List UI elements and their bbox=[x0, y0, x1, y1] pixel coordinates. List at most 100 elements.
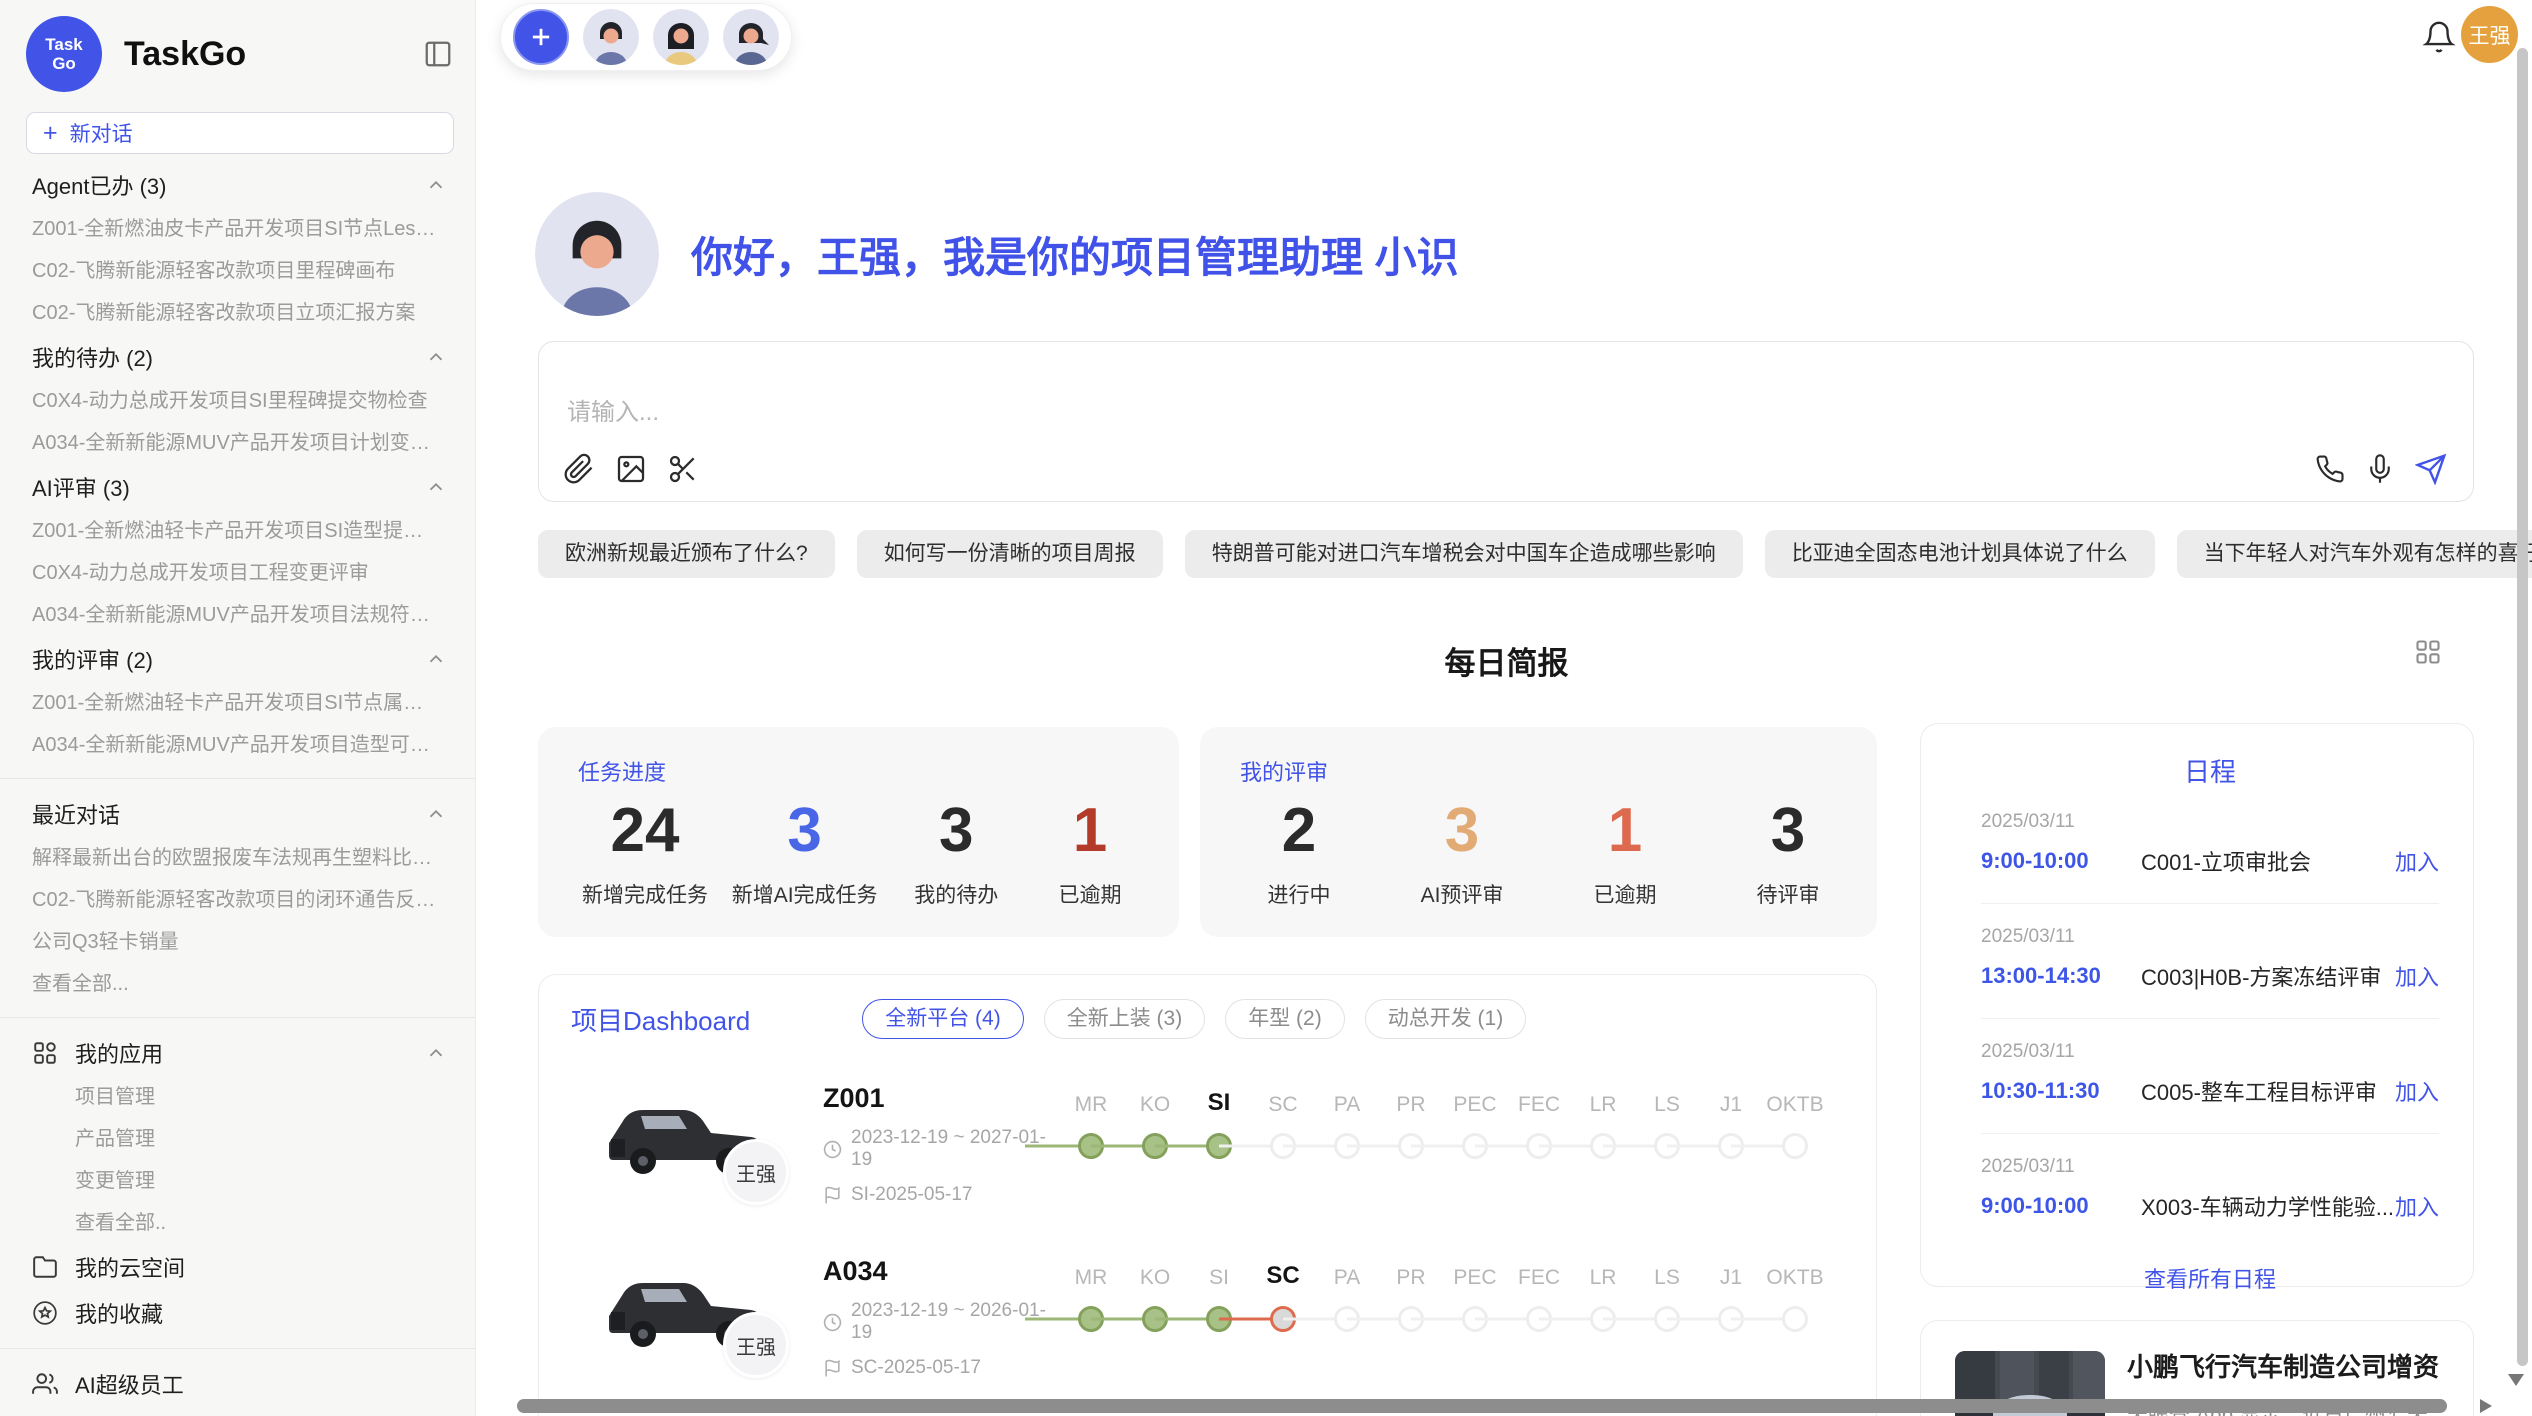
sidebar-item-cloud-space[interactable]: 我的云空间 bbox=[0, 1244, 475, 1290]
scroll-down-arrow[interactable] bbox=[2508, 1374, 2524, 1386]
sidebar-item[interactable]: Z001-全新燃油轻卡产品开发项目SI造型提交物评审 bbox=[0, 510, 475, 552]
milestone-label: MR bbox=[1059, 1081, 1123, 1117]
join-link[interactable]: 加入 bbox=[2395, 1075, 2439, 1107]
sidebar-item-help-write[interactable]: 帮我写作 bbox=[0, 1407, 475, 1416]
sidebar-section-my-review[interactable]: 我的评审 (2) bbox=[0, 636, 475, 682]
milestone-label: SC bbox=[1251, 1081, 1315, 1117]
sidebar-item-favorites[interactable]: 我的收藏 bbox=[0, 1290, 475, 1336]
agent-avatar-2[interactable] bbox=[653, 9, 709, 65]
microphone-button[interactable] bbox=[2365, 454, 2395, 484]
sidebar-item[interactable]: C02-飞腾新能源轻客改款项目立项汇报方案 bbox=[0, 292, 475, 334]
news-title: 小鹏飞行汽车制造公司增资 bbox=[2127, 1351, 2439, 1383]
view-all-schedule-link[interactable]: 查看所有日程 bbox=[1981, 1262, 2439, 1294]
project-dates: 2023-12-19 ~ 2027-01-19 bbox=[823, 1127, 1059, 1171]
briefing-layout-button[interactable] bbox=[2414, 638, 2442, 666]
sidebar-item[interactable]: C0X4-动力总成开发项目工程变更评审 bbox=[0, 552, 475, 594]
milestone-oktb: OKTB bbox=[1763, 1254, 1827, 1379]
sidebar-item-change-mgmt[interactable]: 变更管理 bbox=[0, 1160, 475, 1202]
milestone-label: KO bbox=[1123, 1081, 1187, 1117]
agent-avatar-1[interactable] bbox=[583, 9, 639, 65]
chat-input[interactable] bbox=[565, 398, 2165, 428]
sidebar-item-project-mgmt[interactable]: 项目管理 bbox=[0, 1076, 475, 1118]
sidebar-item[interactable]: C0X4-动力总成开发项目SI里程碑提交物检查 bbox=[0, 380, 475, 422]
chevron-up-icon bbox=[425, 803, 447, 825]
sidebar-item[interactable]: 解释最新出台的欧盟报废车法规再生塑料比例被调至15%... bbox=[0, 837, 475, 879]
sidebar-item[interactable]: A034-全新新能源MUV产品开发项目法规符合性评审 bbox=[0, 594, 475, 636]
milestone-pa: PA bbox=[1315, 1254, 1379, 1379]
sidebar-item[interactable]: Z001-全新燃油皮卡产品开发项目SI节点Lesson Learn报告 bbox=[0, 208, 475, 250]
project-dates: 2023-12-19 ~ 2026-01-19 bbox=[823, 1300, 1059, 1344]
sidebar-section-agent-done[interactable]: Agent已办 (3) bbox=[0, 162, 475, 208]
suggestion-chip[interactable]: 欧洲新规最近颁布了什么? bbox=[538, 530, 835, 578]
project-flag-text: SI-2025-05-17 bbox=[851, 1184, 972, 1206]
tab-year-model[interactable]: 年型 (2) bbox=[1225, 999, 1345, 1039]
agent-avatar-3[interactable] bbox=[723, 9, 779, 65]
milestone-label: LS bbox=[1635, 1081, 1699, 1117]
milestone-label: PR bbox=[1379, 1254, 1443, 1290]
scroll-right-arrow[interactable] bbox=[2480, 1399, 2492, 1413]
user-avatar[interactable]: 王强 bbox=[2461, 6, 2518, 63]
add-agent-button[interactable] bbox=[513, 9, 569, 65]
stat-label: 新增AI完成任务 bbox=[732, 879, 878, 909]
tab-new-platform[interactable]: 全新平台 (4) bbox=[862, 999, 1024, 1039]
suggestion-chip[interactable]: 特朗普可能对进口汽车增税会对中国车企造成哪些影响 bbox=[1185, 530, 1743, 578]
sidebar-item-my-apps[interactable]: 我的应用 bbox=[0, 1030, 475, 1076]
notification-bell-button[interactable] bbox=[2422, 20, 2456, 54]
project-row-a034[interactable]: 王强 A034 2023-12-19 ~ 2026-01-19 SC-2025-… bbox=[587, 1252, 1876, 1379]
sidebar-collapse-button[interactable] bbox=[423, 39, 453, 69]
project-dates-text: 2023-12-19 ~ 2027-01-19 bbox=[851, 1127, 1059, 1171]
send-button[interactable] bbox=[2415, 453, 2447, 485]
milestone-j1: J1 bbox=[1699, 1254, 1763, 1379]
schedule-event: 2025/03/11 9:00-10:00 C001-立项审批会 加入 bbox=[1981, 789, 2439, 904]
view-all-apps[interactable]: 查看全部.. bbox=[0, 1202, 475, 1244]
my-review-title: 我的评审 bbox=[1240, 755, 1847, 787]
sidebar-item[interactable]: Z001-全新燃油轻卡产品开发项目SI节点属性5D文件评审 bbox=[0, 682, 475, 724]
sidebar-item[interactable]: A034-全新新能源MUV产品开发项目造型可行性评审 bbox=[0, 724, 475, 766]
milestone-label: SI bbox=[1187, 1254, 1251, 1290]
project-row-z001[interactable]: 王强 Z001 2023-12-19 ~ 2027-01-19 SI-2025-… bbox=[587, 1079, 1876, 1206]
milestone-label: PEC bbox=[1443, 1081, 1507, 1117]
suggestion-chip[interactable]: 当下年轻人对汽车外观有怎样的喜好趋势 bbox=[2177, 530, 2532, 578]
milestone-pa: PA bbox=[1315, 1081, 1379, 1206]
milestone-fec: FEC bbox=[1507, 1254, 1571, 1379]
milestone-lr: LR bbox=[1571, 1254, 1635, 1379]
sidebar-item[interactable]: C02-飞腾新能源轻客改款项目里程碑画布 bbox=[0, 250, 475, 292]
view-all-conversations[interactable]: 查看全部... bbox=[0, 963, 475, 1005]
milestone-mr: MR bbox=[1059, 1081, 1123, 1206]
sidebar-item-ai-staff[interactable]: AI超级员工 bbox=[0, 1361, 475, 1407]
new-chat-button[interactable]: + 新对话 bbox=[26, 112, 454, 154]
join-link[interactable]: 加入 bbox=[2395, 1190, 2439, 1222]
chevron-up-icon bbox=[425, 346, 447, 368]
sidebar-section-my-todo[interactable]: 我的待办 (2) bbox=[0, 334, 475, 380]
attach-file-button[interactable] bbox=[563, 453, 595, 485]
stat-ai-prereview: 3 AI预评审 bbox=[1407, 795, 1517, 909]
project-flag: SC-2025-05-17 bbox=[823, 1357, 1059, 1379]
attach-image-button[interactable] bbox=[615, 453, 647, 485]
project-code: A034 bbox=[823, 1256, 1059, 1287]
sidebar-item[interactable]: C02-飞腾新能源轻客改款项目的闭环通告反馈情况 bbox=[0, 879, 475, 921]
logo-text-bottom: Go bbox=[52, 54, 76, 73]
snippet-button[interactable] bbox=[667, 453, 699, 485]
horizontal-scrollbar[interactable] bbox=[517, 1399, 2447, 1413]
greeting-block: 你好，王强，我是你的项目管理助理 小识 bbox=[535, 192, 1459, 316]
section-label: Agent已办 (3) bbox=[32, 169, 425, 201]
suggestion-chip[interactable]: 比亚迪全固态电池计划具体说了什么 bbox=[1765, 530, 2155, 578]
sidebar-item-product-mgmt[interactable]: 产品管理 bbox=[0, 1118, 475, 1160]
plus-icon: + bbox=[43, 123, 58, 144]
grid-icon bbox=[32, 1040, 58, 1066]
chevron-up-icon bbox=[425, 476, 447, 498]
tab-powertrain[interactable]: 动总开发 (1) bbox=[1365, 999, 1527, 1039]
sidebar-section-recent[interactable]: 最近对话 bbox=[0, 791, 475, 837]
milestone-timeline: MR KO SI SC PA PR PEC FEC LR LS J1 OKTB bbox=[1059, 1252, 1827, 1379]
stat-new-done: 24 新增完成任务 bbox=[582, 795, 708, 909]
suggestion-chip[interactable]: 如何写一份清晰的项目周报 bbox=[857, 530, 1163, 578]
sidebar-section-ai-review[interactable]: AI评审 (3) bbox=[0, 464, 475, 510]
project-image-wrap: 王强 bbox=[587, 1079, 777, 1191]
sidebar-item[interactable]: 公司Q3轻卡销量 bbox=[0, 921, 475, 963]
join-link[interactable]: 加入 bbox=[2395, 845, 2439, 877]
join-link[interactable]: 加入 bbox=[2395, 960, 2439, 992]
voice-call-button[interactable] bbox=[2315, 454, 2345, 484]
vertical-scrollbar[interactable] bbox=[2517, 48, 2528, 1366]
sidebar-item[interactable]: A034-全新新能源MUV产品开发项目计划变更表编写 bbox=[0, 422, 475, 464]
tab-new-body[interactable]: 全新上装 (3) bbox=[1044, 999, 1206, 1039]
